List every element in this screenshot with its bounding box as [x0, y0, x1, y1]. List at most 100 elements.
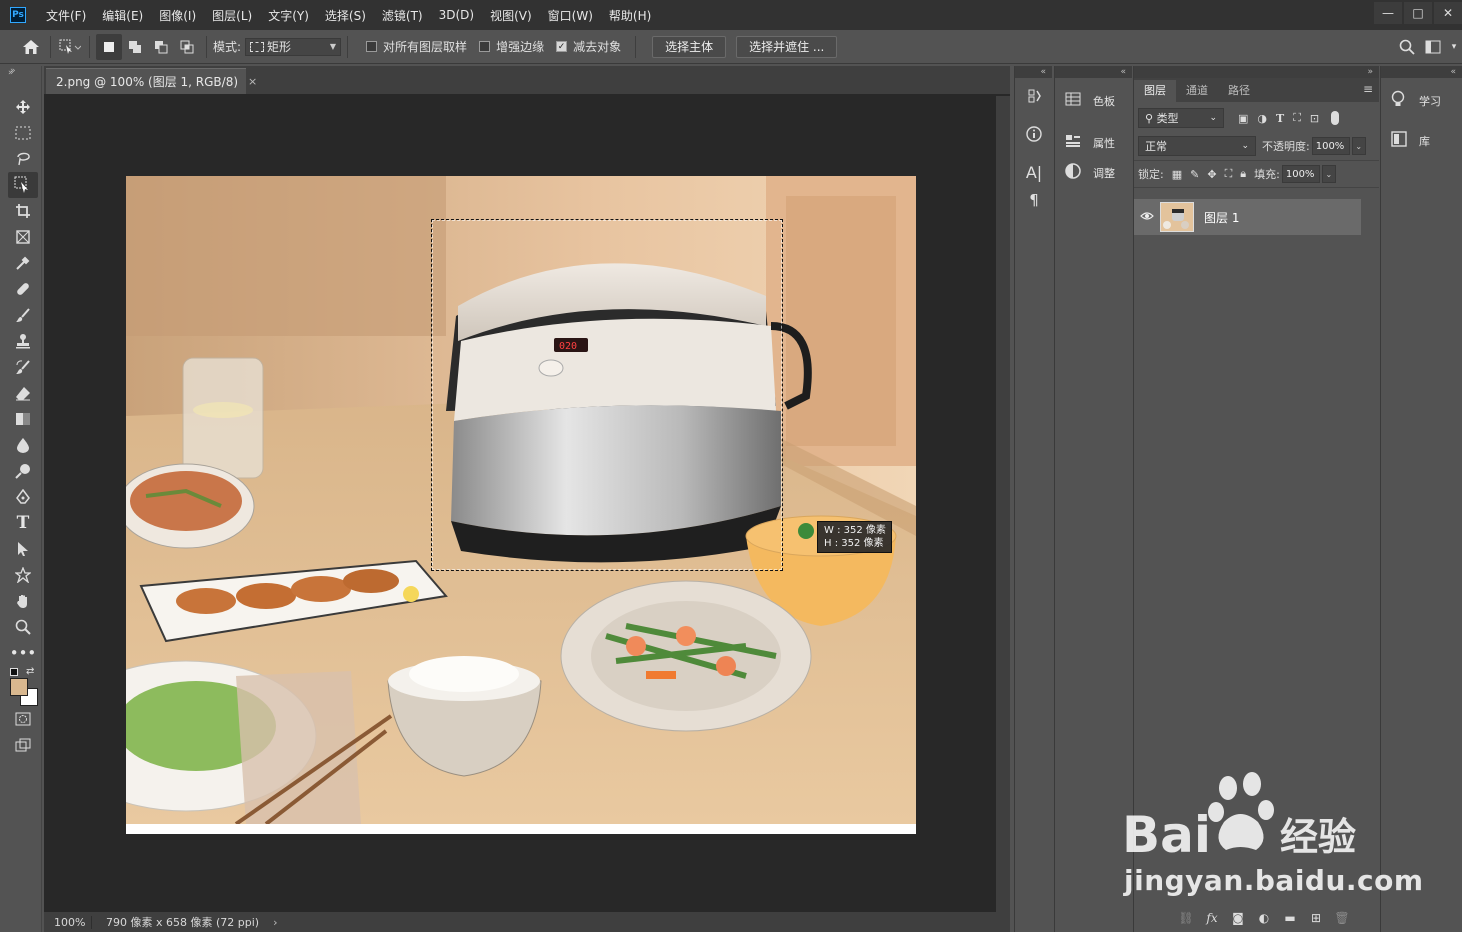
swap-colors-icon[interactable]: ⇄ — [26, 666, 34, 677]
paragraph-icon[interactable]: ¶ — [1019, 186, 1049, 214]
foreground-color-swatch[interactable] — [10, 678, 28, 696]
layer-name[interactable]: 图层 1 — [1204, 209, 1239, 226]
info-icon[interactable] — [1019, 120, 1049, 148]
shape-filter-icon[interactable]: ⛶ — [1293, 111, 1301, 125]
menu-view[interactable]: 视图(V) — [482, 7, 540, 24]
frame-tool-icon[interactable] — [8, 224, 38, 250]
lock-transparent-icon[interactable]: ▦ — [1172, 168, 1182, 181]
menu-help[interactable]: 帮助(H) — [601, 7, 659, 24]
menu-layer[interactable]: 图层(L) — [204, 7, 260, 24]
sample-all-layers-checkbox[interactable]: 对所有图层取样 — [366, 38, 467, 55]
eye-icon[interactable] — [1134, 210, 1160, 224]
collapse-icon[interactable]: « — [1055, 66, 1132, 78]
adjustment-filter-icon[interactable]: ◑ — [1257, 112, 1267, 125]
workspace-icon[interactable] — [1420, 34, 1446, 60]
collapse-icon[interactable]: « — [1015, 66, 1052, 78]
menu-3d[interactable]: 3D(D) — [431, 8, 482, 22]
more-tools-icon[interactable]: ••• — [8, 640, 38, 666]
select-and-mask-button[interactable]: 选择并遮住 ... — [736, 35, 838, 58]
eraser-tool-icon[interactable] — [8, 380, 38, 406]
mode-select[interactable]: 矩形 ▼ — [245, 37, 342, 56]
screen-mode-icon[interactable] — [8, 732, 38, 758]
chevron-down-icon[interactable]: ⌄ — [1321, 165, 1336, 183]
selection-marquee[interactable] — [431, 219, 783, 571]
panel-menu-icon[interactable]: ≡ — [1363, 82, 1373, 96]
chevron-down-icon[interactable]: ⌄ — [1351, 137, 1366, 155]
lock-position-icon[interactable]: ✥ — [1207, 168, 1216, 181]
gradient-tool-icon[interactable] — [8, 406, 38, 432]
maximize-button[interactable]: □ — [1404, 2, 1432, 24]
move-tool-icon[interactable] — [8, 94, 38, 120]
filter-kind-select[interactable]: ⚲ 类型 ⌄ — [1138, 108, 1224, 128]
collapse-toolbox-icon[interactable]: » — [8, 68, 14, 78]
close-button[interactable]: ✕ — [1434, 2, 1462, 24]
delete-layer-icon[interactable]: 🗑︎ — [1329, 911, 1355, 925]
menu-edit[interactable]: 编辑(E) — [94, 7, 151, 24]
collapse-icon[interactable]: » — [1134, 66, 1379, 78]
pen-tool-icon[interactable] — [8, 484, 38, 510]
history-brush-icon[interactable] — [8, 354, 38, 380]
subtract-object-checkbox[interactable]: ✓ 减去对象 — [556, 38, 621, 55]
object-selection-tool-icon[interactable] — [8, 172, 38, 198]
new-layer-icon[interactable]: ⊞ — [1303, 911, 1329, 925]
lock-brush-icon[interactable]: ✎ — [1190, 168, 1199, 181]
filter-toggle[interactable] — [1331, 111, 1340, 125]
brush-tool-icon[interactable] — [8, 302, 38, 328]
lock-artboard-icon[interactable]: ⛶ — [1225, 167, 1233, 181]
zoom-tool-icon[interactable] — [8, 614, 38, 640]
chevron-down-icon[interactable]: ▾ — [1446, 34, 1462, 60]
select-subject-button[interactable]: 选择主体 — [652, 35, 727, 58]
tab-layers[interactable]: 图层 — [1134, 80, 1176, 102]
type-filter-icon[interactable]: T — [1276, 112, 1284, 125]
blur-tool-icon[interactable] — [8, 432, 38, 458]
new-selection-icon[interactable] — [96, 33, 122, 60]
link-layers-icon[interactable]: ⛓ — [1173, 911, 1199, 925]
menu-select[interactable]: 选择(S) — [317, 7, 374, 24]
default-colors-icon[interactable] — [10, 668, 18, 676]
pixel-filter-icon[interactable]: ▣ — [1238, 112, 1248, 125]
opacity-input[interactable]: 100% — [1311, 137, 1350, 155]
zoom-level[interactable]: 100% — [44, 915, 92, 929]
eyedropper-tool-icon[interactable] — [8, 250, 38, 276]
minimize-button[interactable]: — — [1374, 2, 1402, 24]
dodge-tool-icon[interactable] — [8, 458, 38, 484]
smart-object-filter-icon[interactable]: ⊡ — [1310, 112, 1319, 125]
intersect-selection-icon[interactable] — [174, 34, 200, 60]
search-icon[interactable] — [1394, 34, 1420, 60]
crop-tool-icon[interactable] — [8, 198, 38, 224]
menu-window[interactable]: 窗口(W) — [540, 7, 601, 24]
clone-stamp-icon[interactable] — [8, 328, 38, 354]
healing-brush-icon[interactable] — [8, 276, 38, 302]
type-tool-icon[interactable]: T — [8, 510, 38, 536]
add-mask-icon[interactable]: ◙ — [1225, 911, 1251, 925]
new-adjustment-icon[interactable]: ◐ — [1251, 911, 1277, 925]
blend-mode-select[interactable]: 正常 ⌄ — [1138, 136, 1256, 156]
object-selection-tool-preset-icon[interactable] — [57, 34, 83, 60]
layer-style-icon[interactable]: fx — [1199, 911, 1225, 925]
close-tab-icon[interactable]: × — [248, 75, 257, 88]
path-selection-icon[interactable] — [8, 536, 38, 562]
properties-panel-button[interactable]: 属性 — [1055, 128, 1132, 158]
lasso-tool-icon[interactable] — [8, 146, 38, 172]
marquee-tool-icon[interactable] — [8, 120, 38, 146]
home-icon[interactable] — [18, 34, 44, 60]
lock-all-icon[interactable]: 🔒︎ — [1240, 167, 1246, 181]
collapse-icon[interactable]: « — [1381, 66, 1462, 78]
document-tab[interactable]: 2.png @ 100% (图层 1, RGB/8) × — [46, 68, 257, 94]
tab-channels[interactable]: 通道 — [1176, 80, 1218, 102]
tab-paths[interactable]: 路径 — [1218, 80, 1260, 102]
fill-input[interactable]: 100% — [1281, 165, 1320, 183]
custom-shape-icon[interactable] — [8, 562, 38, 588]
subtract-from-selection-icon[interactable] — [148, 34, 174, 60]
learn-panel-button[interactable]: 学习 — [1381, 86, 1462, 116]
menu-filter[interactable]: 滤镜(T) — [374, 7, 431, 24]
vertical-scrollbar[interactable] — [996, 96, 1010, 912]
menu-file[interactable]: 文件(F) — [38, 7, 94, 24]
add-to-selection-icon[interactable] — [122, 34, 148, 60]
hand-tool-icon[interactable] — [8, 588, 38, 614]
new-group-icon[interactable]: ▬ — [1277, 911, 1303, 925]
library-panel-button[interactable]: 库 — [1381, 126, 1462, 156]
enhance-edge-checkbox[interactable]: 增强边缘 — [479, 38, 544, 55]
history-icon[interactable] — [1019, 82, 1049, 110]
status-menu-icon[interactable]: › — [273, 916, 277, 929]
